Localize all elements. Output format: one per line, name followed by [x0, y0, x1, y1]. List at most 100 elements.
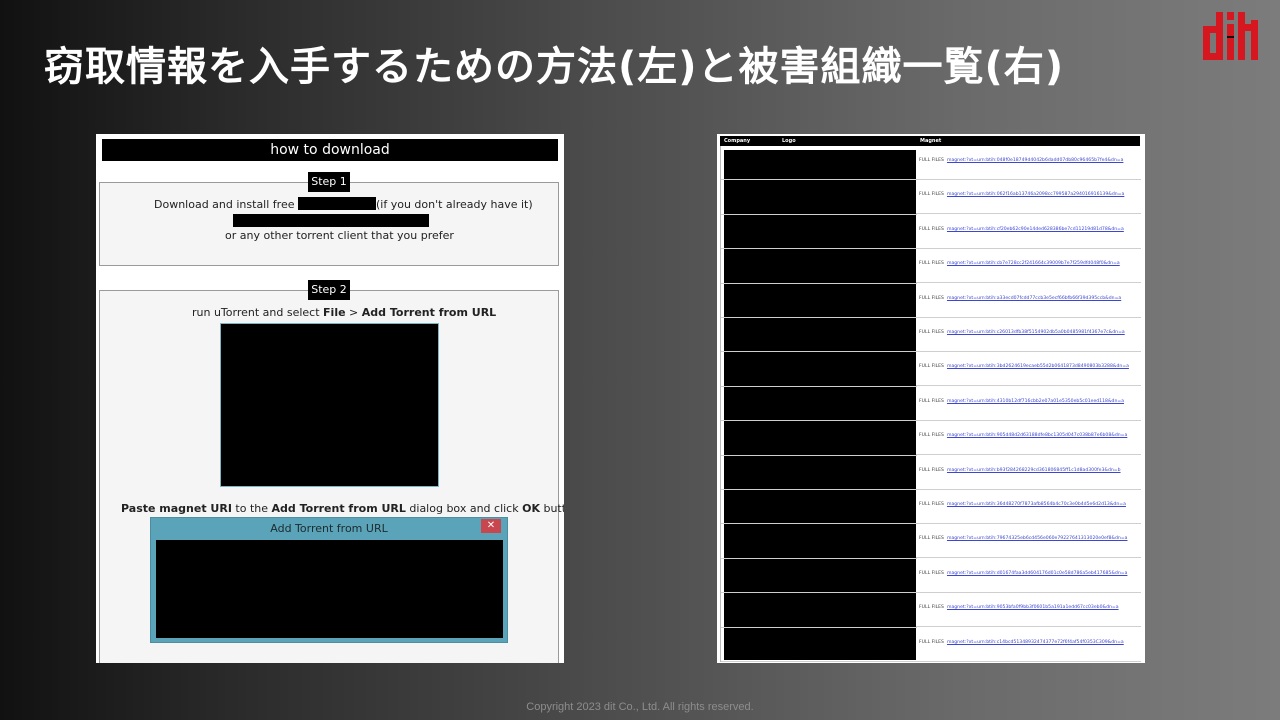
step1-label: Step 1 [308, 172, 350, 192]
row-text: FULL FILES magnet:?xt=urn:btih:9053bfa0f9… [919, 605, 1119, 610]
full-files-label: FULL FILES [919, 158, 944, 163]
row-divider [721, 523, 917, 525]
col-logo: Logo [782, 138, 796, 144]
full-files-label: FULL FILES [919, 398, 944, 404]
row-text: FULL FILES magnet:?xt=urn:btih:c14bcd5134… [919, 640, 1124, 645]
col-magnet: Magnet [920, 138, 942, 144]
slide-title: 窃取情報を入手するための方法(左)と被害組織一覧(右) [44, 44, 1065, 90]
row-divider [721, 213, 917, 215]
magnet-link[interactable]: magnet:?xt=urn:btih:d01674faa3dd604176d0… [947, 571, 1127, 576]
row-divider [721, 661, 917, 662]
full-files-label: FULL FILES [919, 570, 944, 576]
step2-instruction: run uTorrent and select File > Add Torre… [192, 306, 496, 319]
magnet-link[interactable]: magnet:?xt=urn:btih:36d48270f7873afb8564… [947, 502, 1126, 507]
full-files-label: FULL FILES [919, 364, 944, 370]
full-files-label: FULL FILES [919, 192, 944, 198]
paste-instruction: Paste magnet URI to the Add Torrent from… [121, 502, 564, 515]
table-row: FULL FILES magnet:?xt=urn:btih:062f16ab13… [916, 180, 1141, 215]
row-text: FULL FILES magnet:?xt=urn:btih:d01674faa3… [919, 571, 1127, 576]
row-text: FULL FILES magnet:?xt=urn:btih:79674325eb… [919, 536, 1127, 541]
row-text: FULL FILES magnet:?xt=urn:btih:cb7e728cc2… [919, 261, 1120, 266]
full-files-label: FULL FILES [919, 330, 944, 335]
step1-prefix: Download and install free [154, 198, 295, 211]
magnet-link[interactable]: magnet:?xt=urn:btih:79674325eb6cd456e060… [947, 536, 1128, 541]
row-divider [721, 317, 917, 318]
row-text: FULL FILES magnet:?xt=urn:btih:3bd2624619… [919, 364, 1129, 369]
table-row: FULL FILES magnet:?xt=urn:btih:a33ecd07fc… [916, 284, 1141, 318]
instr-sep: > [345, 306, 362, 319]
table-row: FULL FILES magnet:?xt=urn:btih:9053bfa0f9… [916, 593, 1141, 628]
full-files-label: FULL FILES [919, 639, 944, 645]
magnet-link[interactable]: magnet:?xt=urn:btih:a33ecd07fcdd77ccb3e5… [947, 296, 1121, 301]
magnet-link[interactable]: magnet:?xt=urn:btih:3bd2624619ecaeb55d2b… [947, 364, 1129, 369]
paste-part6: button. [543, 502, 564, 515]
redacted-menu-screenshot [220, 323, 439, 487]
row-text: FULL FILES magnet:?xt=urn:btih:b93f284268… [919, 468, 1121, 473]
full-files-label: FULL FILES [919, 261, 944, 267]
step1-line1: Download and install free (if you don't … [154, 197, 533, 211]
table-row: FULL FILES magnet:?xt=urn:btih:36d48270f7… [916, 490, 1141, 524]
step1-line3: or any other torrent client that you pre… [225, 229, 454, 242]
magnet-link[interactable]: magnet:?xt=urn:btih:4310b12df716cbb2e07a… [947, 399, 1124, 404]
paste-part5: OK [522, 502, 540, 515]
instr-menu: Add Torrent from URL [361, 306, 497, 319]
table-row: FULL FILES magnet:?xt=urn:btih:d01674faa3… [916, 559, 1141, 593]
row-text: FULL FILES magnet:?xt=urn:btih:4310b12df7… [919, 399, 1124, 404]
row-divider [721, 592, 917, 594]
add-torrent-dialog: Add Torrent from URL ✕ [150, 517, 508, 643]
row-divider [721, 454, 917, 456]
full-files-label: FULL FILES [919, 605, 944, 611]
row-text: FULL FILES magnet:?xt=urn:btih:062f16ab13… [919, 192, 1124, 197]
step1-box: Download and install free (if you don't … [99, 182, 559, 266]
how-to-download-screenshot: how to download Download and install fre… [96, 134, 564, 663]
redacted-client-name [297, 197, 376, 210]
full-files-label: FULL FILES [919, 226, 944, 232]
row-divider [721, 248, 917, 250]
row-divider [721, 179, 917, 181]
table-row: FULL FILES magnet:?xt=urn:btih:048f0e1874… [916, 146, 1141, 180]
victim-list-screenshot: Company Logo Magnet FULL FILES magnet:?xt… [717, 134, 1145, 663]
magnet-link[interactable]: magnet:?xt=urn:btih:9053bfa0f9bb3f0601b5… [947, 605, 1119, 610]
redacted-company-logos [724, 150, 916, 660]
magnet-link[interactable]: magnet:?xt=urn:btih:cb7e728cc2f241664c39… [947, 261, 1120, 266]
paste-part2: to the [231, 502, 272, 515]
paste-part3: Add Torrent from URL [271, 502, 406, 515]
row-divider [721, 351, 917, 353]
close-icon: ✕ [481, 519, 501, 533]
magnet-link[interactable]: magnet:?xt=urn:btih:cf20eb62c90e14ded628… [947, 227, 1124, 232]
paste-part1: Paste magnet URI [121, 502, 232, 515]
row-text: FULL FILES magnet:?xt=urn:btih:048f0e1874… [919, 158, 1123, 163]
row-divider [721, 626, 917, 628]
row-divider [721, 420, 917, 422]
magnet-link[interactable]: magnet:?xt=urn:btih:c14bcd51348932474377… [947, 640, 1124, 645]
instr-prefix: run uTorrent and select [192, 306, 324, 319]
paste-part4: dialog box and click [405, 502, 523, 515]
row-divider [721, 489, 917, 490]
full-files-label: FULL FILES [919, 502, 944, 507]
table-header: Company Logo Magnet [720, 136, 1140, 146]
row-text: FULL FILES magnet:?xt=urn:btih:a33ecd07fc… [919, 296, 1121, 301]
row-divider [721, 282, 917, 284]
full-files-label: FULL FILES [919, 467, 944, 473]
magnet-link[interactable]: magnet:?xt=urn:btih:062f16ab13746a2098cc… [947, 192, 1124, 197]
table-row: FULL FILES magnet:?xt=urn:btih:b93f284268… [916, 456, 1141, 490]
full-files-label: FULL FILES [919, 295, 944, 301]
magnet-link[interactable]: magnet:?xt=urn:btih:b93f284268229cd36180… [947, 468, 1121, 473]
table-row: FULL FILES magnet:?xt=urn:btih:79674325eb… [916, 524, 1141, 559]
magnet-link[interactable]: magnet:?xt=urn:btih:c26013dfb38f5154902d… [947, 330, 1125, 335]
table-row: FULL FILES magnet:?xt=urn:btih:3bd2624619… [916, 352, 1141, 387]
row-text: FULL FILES magnet:?xt=urn:btih:c26013dfb3… [919, 330, 1125, 335]
victim-table: FULL FILES magnet:?xt=urn:btih:048f0e1874… [720, 146, 1141, 662]
dit-logo [1203, 12, 1258, 60]
redacted-download-link [233, 214, 429, 227]
dialog-title: Add Torrent from URL [270, 522, 388, 535]
redacted-dialog-body [156, 540, 503, 638]
row-text: FULL FILES magnet:?xt=urn:btih:905d48d2d6… [919, 433, 1127, 438]
step1-suffix: (if you don't already have it) [375, 198, 533, 211]
copyright-footer: Copyright 2023 dit Co., Ltd. All rights … [526, 701, 754, 713]
magnet-link[interactable]: magnet:?xt=urn:btih:905d48d2d63188dfe8bc… [947, 433, 1127, 438]
magnet-link[interactable]: magnet:?xt=urn:btih:048f0e18749d4042b6da… [947, 158, 1123, 163]
col-company: Company [724, 138, 751, 144]
how-to-download-heading: how to download [102, 139, 558, 161]
row-divider [721, 385, 917, 387]
